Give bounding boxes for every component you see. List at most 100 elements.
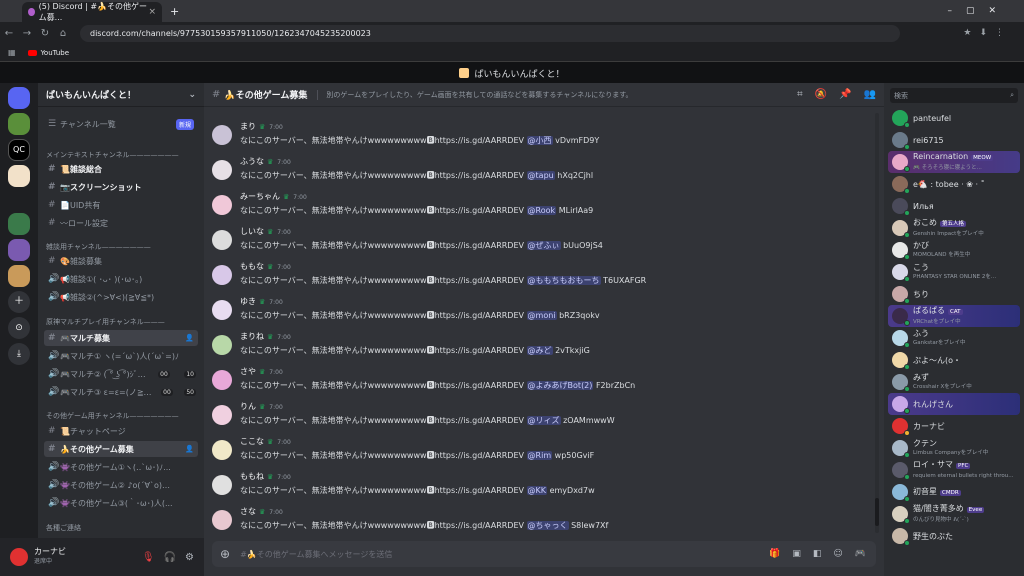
back-icon[interactable]: ←: [0, 28, 18, 39]
channel-item[interactable]: # 📄UID共有: [44, 197, 198, 213]
mention[interactable]: @リィズ: [526, 416, 561, 425]
download-icon[interactable]: ⤓: [8, 343, 30, 365]
member-item[interactable]: 猫/闇き菁多め Evee のんびり見物中 ᕕ(⁠´⁠-⁠`⁠): [888, 503, 1020, 525]
channel-item[interactable]: # 〰ロール設定: [44, 215, 198, 231]
channel-list-link[interactable]: ☰ チャンネル一覧 新規: [44, 116, 198, 132]
voice-channel-item[interactable]: 🔊 📢雑談①( ･ᴗ･ )(･ω･。): [44, 271, 198, 287]
mention[interactable]: @ちゃっく: [526, 521, 569, 530]
category-contacts[interactable]: 各種ご連絡: [46, 523, 81, 533]
message[interactable]: ここな ♛ 7:00 なにこのサーバー、無法地帯やんけwwwwwwwww🅱https:…: [212, 436, 872, 470]
mention[interactable]: @Rim: [526, 451, 553, 460]
chat-scrollbar[interactable]: [875, 113, 879, 533]
member-item[interactable]: ロイ・サマ PFC requiem eternal bullets right th…: [888, 459, 1020, 481]
member-list-icon[interactable]: 👥: [864, 89, 876, 100]
avatar[interactable]: [10, 548, 28, 566]
message[interactable]: しいな ♛ 7:00 なにこのサーバー、無法地帯やんけwwwwwwwww🅱https:…: [212, 226, 872, 260]
avatar[interactable]: [212, 335, 232, 355]
url-input[interactable]: discord.com/channels/977530159357911050/…: [80, 24, 900, 42]
message[interactable]: まり ♛ 7:00 なにこのサーバー、無法地帯やんけwwwwwwwww🅱https:/…: [212, 121, 872, 155]
server-icon[interactable]: QC: [8, 139, 30, 161]
sticker-icon[interactable]: ◧: [813, 549, 822, 559]
voice-channel-item[interactable]: 🔊 📢雑談②(^>∀<)(≧∀≦*): [44, 289, 198, 305]
mention[interactable]: @moni: [526, 311, 557, 320]
forward-icon[interactable]: →: [18, 28, 36, 39]
category-multi[interactable]: 原神マルチプレイ用チャンネル———: [46, 317, 165, 327]
message-author[interactable]: りん: [240, 402, 256, 411]
browser-extension-icons[interactable]: ★⬇⋮: [963, 28, 1012, 38]
voice-channel-item[interactable]: 🔊 👾その他ゲーム③(｀･ω･)人(...: [44, 495, 198, 511]
search-input[interactable]: 検索 ⌕: [890, 88, 1018, 103]
channel-item[interactable]: # 🎨雑談募集: [44, 253, 198, 269]
member-item[interactable]: Reincarnation MEOW 🎮 そろそろ寝に寝ようと...: [888, 151, 1020, 173]
add-attachment-icon[interactable]: ⊕: [220, 547, 230, 561]
server-icon[interactable]: [8, 213, 30, 235]
message[interactable]: ゆき ♛ 7:00 なにこのサーバー、無法地帯やんけwwwwwwwww🅱https:/…: [212, 296, 872, 330]
add-member-icon[interactable]: 👤: [185, 334, 194, 342]
channel-item[interactable]: # 📜チャットページ: [44, 423, 198, 439]
reload-icon[interactable]: ↻: [36, 28, 54, 39]
close-tab-icon[interactable]: ×: [148, 7, 156, 17]
browser-tab[interactable]: (5) Discord | #🍌その他ゲーム募... ×: [22, 2, 162, 22]
member-item[interactable]: こう PHANTASY STAR ONLINE 2を...: [888, 261, 1020, 283]
new-tab-button[interactable]: +: [170, 5, 179, 18]
member-item[interactable]: ぷよ〜ん(o・: [888, 349, 1020, 371]
server-icon[interactable]: [8, 165, 30, 187]
message-author[interactable]: ももね: [240, 472, 264, 481]
server-header[interactable]: ぱいもんいんぱくと！ ⌄: [38, 83, 204, 107]
message[interactable]: さや ♛ 7:00 なにこのサーバー、無法地帯やんけwwwwwwwww🅱https:/…: [212, 366, 872, 400]
message[interactable]: まりね ♛ 7:00 なにこのサーバー、無法地帯やんけwwwwwwwww🅱https:…: [212, 331, 872, 365]
add-member-icon[interactable]: 👤: [185, 445, 194, 453]
voice-channel-item[interactable]: 🔊 👾その他ゲーム①ヽ(‥`ω･)ﾉ...: [44, 459, 198, 475]
member-item[interactable]: みず Crosshair Xをプレイ中: [888, 371, 1020, 393]
member-item[interactable]: panteufel: [888, 107, 1020, 129]
member-item[interactable]: ぱるぱる CAT VRChatをプレイ中: [888, 305, 1020, 327]
scroll-thumb[interactable]: [875, 498, 879, 526]
member-item[interactable]: カーナビ: [888, 415, 1020, 437]
apps-icon[interactable]: ▦: [8, 48, 16, 57]
message-composer[interactable]: ⊕ #🍌その他ゲーム募集へメッセージを送信 🎁 ▣ ◧ ☺ 🎮: [212, 541, 876, 567]
member-item[interactable]: れんげさん: [888, 393, 1020, 415]
message[interactable]: ももね ♛ 7:00 なにこのサーバー、無法地帯やんけwwwwwwwww🅱https:…: [212, 471, 872, 505]
message[interactable]: りん ♛ 7:00 なにこのサーバー、無法地帯やんけwwwwwwwww🅱https:/…: [212, 401, 872, 435]
message[interactable]: みーちゃん ♛ 7:00 なにこのサーバー、無法地帯やんけwwwwwwwww🅱http…: [212, 191, 872, 225]
member-item[interactable]: 野生のぶた: [888, 525, 1020, 547]
message[interactable]: さな ♛ 7:00 なにこのサーバー、無法地帯やんけwwwwwwwww🅱https:/…: [212, 506, 872, 540]
message-author[interactable]: ふうな: [240, 157, 264, 166]
avatar[interactable]: [212, 125, 232, 145]
voice-channel-item[interactable]: 🔊 🎮マルチ③ ε=ε=(ノ≧… 00 50: [44, 384, 198, 400]
server-icon[interactable]: [8, 113, 30, 135]
member-item[interactable]: Илья: [888, 195, 1020, 217]
mute-mic-icon[interactable]: 🎙: [142, 552, 155, 563]
mention[interactable]: @よみあげBot(2): [526, 381, 594, 390]
server-icon[interactable]: [8, 239, 30, 261]
avatar[interactable]: [212, 405, 232, 425]
mention[interactable]: @みど: [526, 346, 553, 355]
message-author[interactable]: さな: [240, 507, 256, 516]
category-chat[interactable]: 雑談用チャンネル———————: [46, 242, 151, 252]
channel-item-current[interactable]: # 🍌その他ゲーム募集 👤: [44, 441, 198, 457]
voice-channel-item[interactable]: 🔊 👾その他ゲーム② ♪o(´∀`o)…: [44, 477, 198, 493]
explore-icon[interactable]: ⊙: [8, 317, 30, 339]
gear-icon[interactable]: ⚙: [185, 552, 194, 563]
category-main-text[interactable]: メインテキストチャンネル———————: [46, 150, 179, 160]
mention[interactable]: @小西: [526, 136, 553, 145]
discord-home-icon[interactable]: [8, 87, 30, 109]
member-item[interactable]: ふう Gankstarをプレイ中: [888, 327, 1020, 349]
pin-icon[interactable]: 📌: [839, 89, 851, 100]
message-author[interactable]: まり: [240, 122, 256, 131]
mention[interactable]: @KK: [526, 486, 548, 495]
message-author[interactable]: ももな: [240, 262, 264, 271]
message[interactable]: ももな ♛ 7:00 なにこのサーバー、無法地帯やんけwwwwwwwww🅱https:…: [212, 261, 872, 295]
category-other-games[interactable]: その他ゲーム用チャンネル———————: [46, 411, 179, 421]
message-author[interactable]: みーちゃん: [240, 192, 280, 201]
member-item[interactable]: rei6715: [888, 129, 1020, 151]
headphones-icon[interactable]: 🎧: [164, 552, 176, 563]
message-author[interactable]: まりね: [240, 332, 264, 341]
avatar[interactable]: [212, 195, 232, 215]
bookmark-youtube[interactable]: YouTube: [41, 49, 69, 57]
avatar[interactable]: [212, 160, 232, 180]
channel-item[interactable]: # 📜雑談総合: [44, 161, 198, 177]
message-author[interactable]: ゆき: [240, 297, 256, 306]
member-item[interactable]: クテン Limbus Companyをプレイ中: [888, 437, 1020, 459]
avatar[interactable]: [212, 510, 232, 530]
